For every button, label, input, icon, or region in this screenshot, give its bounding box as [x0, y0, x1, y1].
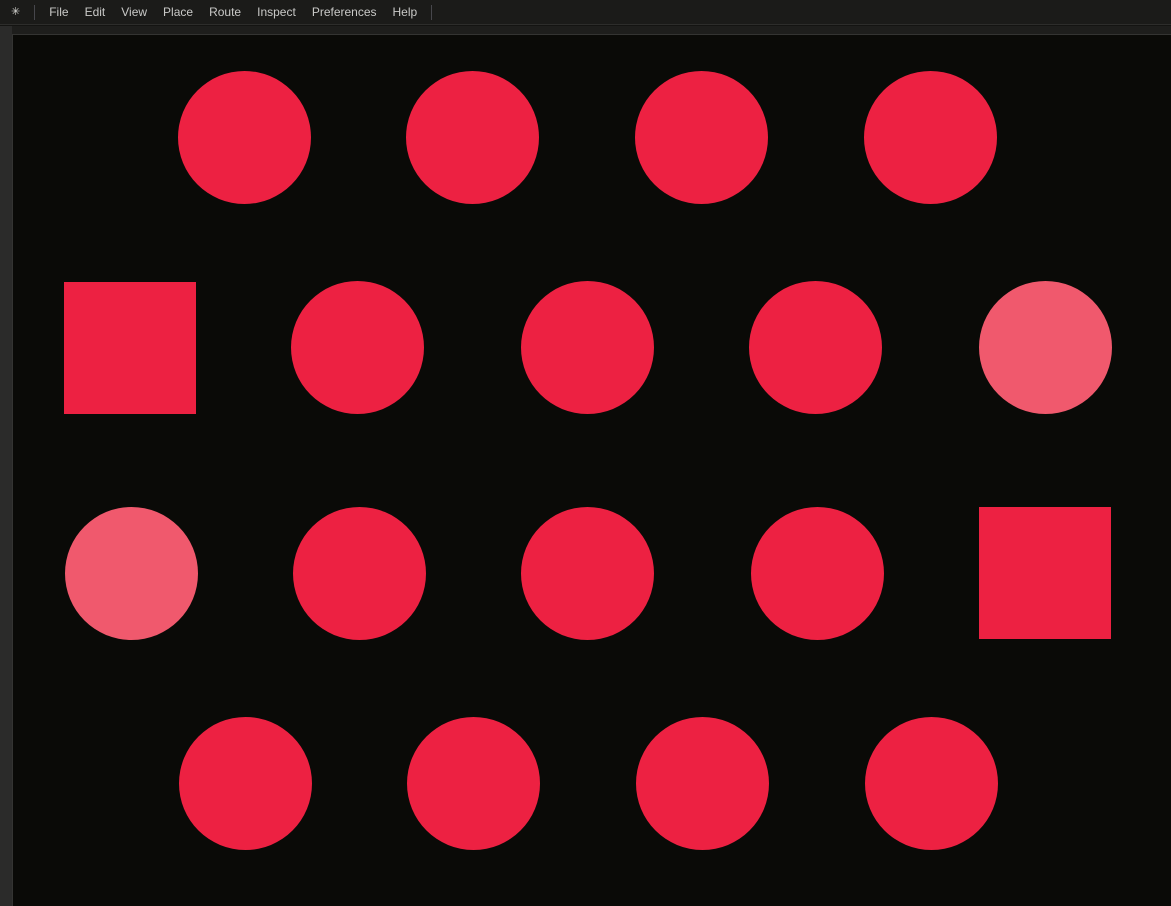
- pad-circle[interactable]: [865, 717, 998, 850]
- menu-item-place[interactable]: Place: [155, 0, 201, 24]
- pad-circle[interactable]: [751, 507, 884, 640]
- menu-item-route[interactable]: Route: [201, 0, 249, 24]
- pcb-canvas[interactable]: [12, 34, 1171, 906]
- pad-circle[interactable]: [749, 281, 882, 414]
- left-toolbar-gutter: [0, 26, 12, 906]
- menu-item-file[interactable]: File: [41, 0, 76, 24]
- pad-circle[interactable]: [407, 717, 540, 850]
- pad-square[interactable]: [64, 282, 196, 414]
- menu-item-help[interactable]: Help: [385, 0, 426, 24]
- pad-circle[interactable]: [406, 71, 539, 204]
- pad-circle[interactable]: [635, 71, 768, 204]
- menu-item-edit[interactable]: Edit: [77, 0, 114, 24]
- pad-circle[interactable]: [979, 281, 1112, 414]
- pad-circle[interactable]: [293, 507, 426, 640]
- menu-separator: [34, 5, 35, 20]
- pad-circle[interactable]: [521, 281, 654, 414]
- pad-circle[interactable]: [864, 71, 997, 204]
- app-icon: ✳: [11, 0, 20, 24]
- pad-circle[interactable]: [521, 507, 654, 640]
- pad-circle[interactable]: [179, 717, 312, 850]
- pad-square[interactable]: [979, 507, 1111, 639]
- menu-item-view[interactable]: View: [113, 0, 155, 24]
- menu-item-list: FileEditViewPlaceRouteInspectPreferences…: [41, 0, 425, 24]
- pad-circle[interactable]: [636, 717, 769, 850]
- menu-item-inspect[interactable]: Inspect: [249, 0, 304, 24]
- menu-item-preferences[interactable]: Preferences: [304, 0, 385, 24]
- menu-bar: ✳ FileEditViewPlaceRouteInspectPreferenc…: [0, 0, 1171, 25]
- menu-separator: [431, 5, 432, 20]
- pad-circle[interactable]: [65, 507, 198, 640]
- pad-circle[interactable]: [291, 281, 424, 414]
- pad-circle[interactable]: [178, 71, 311, 204]
